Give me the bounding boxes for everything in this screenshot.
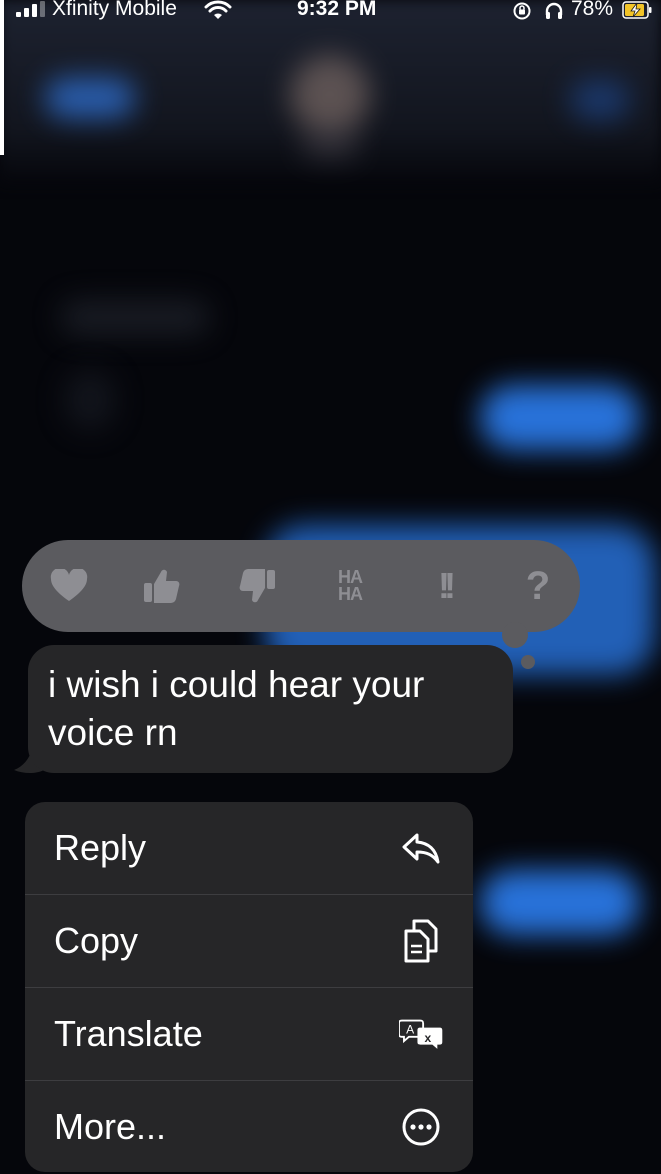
blurred-outgoing-message [480,385,640,450]
blurred-back-button [45,78,135,118]
blurred-contact-name [300,130,360,160]
menu-item-label: Reply [54,827,147,868]
message-text: i wish i could hear your voice rn [48,664,425,753]
wifi-icon [204,0,232,19]
carrier-name: Xfinity Mobile [52,0,177,20]
menu-item-reply[interactable]: Reply [25,802,473,894]
double-exclamation-icon: !! [438,565,456,606]
blurred-video-button [570,80,630,120]
blurred-outgoing-message [480,870,640,935]
message-context-menu: Reply Copy Translate A x More... [25,802,473,1172]
blurred-incoming-message [65,370,115,430]
tapback-question[interactable]: ? [508,540,568,632]
tapback-bubble-tail [502,622,528,648]
reply-arrow-icon [399,826,443,870]
status-bar: Xfinity Mobile 9:32 PM 78% [0,0,661,28]
thumbs-up-icon [144,569,180,603]
tapback-heart[interactable] [39,540,99,632]
tapback-haha[interactable]: HA HA [320,540,380,632]
tapback-bubble-tail-dot [521,655,535,669]
blurred-incoming-message [60,300,210,335]
svg-text:A: A [406,1022,415,1036]
rotation-lock-icon [513,2,531,20]
heart-icon [50,569,88,601]
menu-item-label: Copy [54,920,139,961]
tapback-reaction-bar: HA HA !! ? [22,540,580,632]
svg-text:x: x [425,1031,432,1045]
menu-item-label: More... [54,1106,167,1147]
blurred-contact-avatar [290,55,370,135]
battery-percent: 78% [571,0,614,20]
signal-icon [16,1,46,17]
tapback-thumbs-down[interactable] [227,540,287,632]
menu-item-more[interactable]: More... [25,1081,473,1172]
menu-item-copy[interactable]: Copy [25,895,473,987]
status-time: 9:32 PM [297,0,377,20]
more-ellipsis-icon [399,1105,443,1149]
haha-icon: HA HA [338,567,363,604]
menu-item-label: Translate [54,1013,203,1054]
battery-charging-icon [622,1,652,19]
tapback-thumbs-up[interactable] [132,540,192,632]
headphones-icon [545,2,563,19]
tapback-emphasize[interactable]: !! [414,540,474,632]
copy-icon [399,919,443,963]
translate-icon: A x [399,1012,443,1056]
thumbs-down-icon [239,569,275,603]
message-bubble[interactable]: i wish i could hear your voice rn [28,645,513,773]
question-mark-icon: ? [525,563,551,608]
menu-item-translate[interactable]: Translate A x [25,988,473,1080]
